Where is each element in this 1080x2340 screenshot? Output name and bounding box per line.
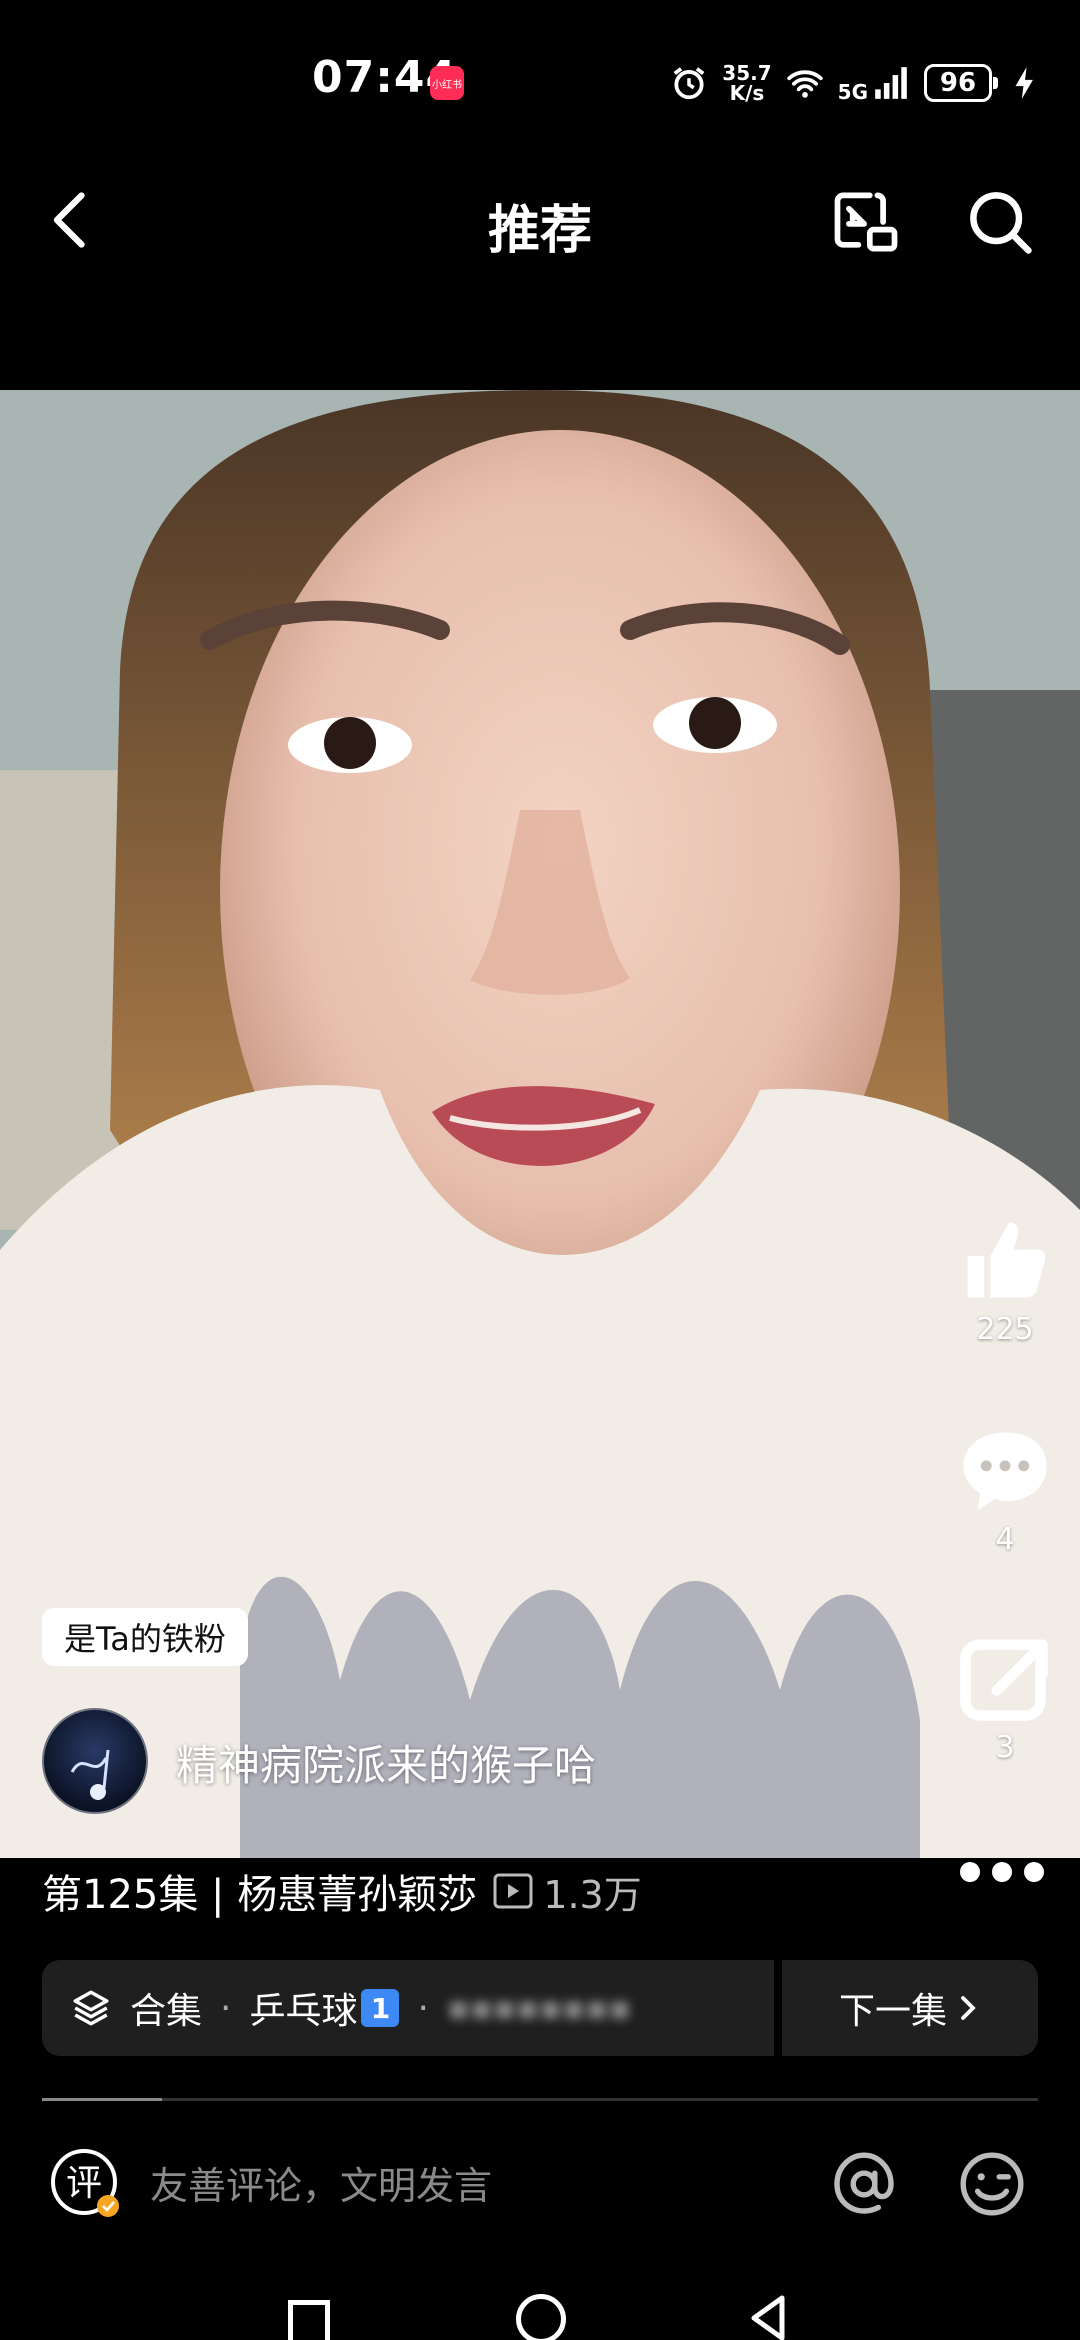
dot-icon xyxy=(1024,1862,1044,1882)
video-progress-bar[interactable] xyxy=(42,2098,1038,2101)
play-count-value: 1.3万 xyxy=(543,1872,642,1917)
wifi-icon xyxy=(786,70,823,98)
battery-indicator: 96 xyxy=(924,64,998,102)
mention-button[interactable] xyxy=(828,2148,900,2220)
comment-button[interactable]: 4 xyxy=(950,1420,1060,1557)
charging-icon xyxy=(1015,67,1033,99)
review-glyph: 评 xyxy=(66,2163,102,2204)
page-title: 推荐 xyxy=(487,201,592,261)
top-nav: 推荐 xyxy=(0,160,1080,280)
separator: · xyxy=(417,1987,429,2029)
author-name[interactable]: 精神病院派来的猴子哈 xyxy=(176,1732,596,1793)
share-button[interactable]: 3 xyxy=(950,1628,1060,1765)
collection-bar[interactable]: 合集 · 乒乓球 1 · ▪▪▪▪▪▪▪▪ xyxy=(42,1960,774,2056)
play-count-icon xyxy=(493,1873,533,1909)
status-bar: 07:44 小红书 35.7 K/s 5G 96 xyxy=(0,0,1080,160)
layers-icon xyxy=(73,1990,109,2026)
network-type: 5G xyxy=(837,80,868,104)
chevron-right-icon xyxy=(961,1996,976,2020)
play-count: 1.3万 xyxy=(493,1864,642,1919)
avatar-image xyxy=(70,1749,110,1800)
episode-info: 第125集 | 杨惠菁孙颖莎 1.3万 xyxy=(42,1862,642,1920)
alarm-icon xyxy=(673,67,705,100)
separator: · xyxy=(220,1987,232,2029)
like-button[interactable]: 225 xyxy=(950,1210,1060,1347)
collection-category: 乒乓球 xyxy=(249,1991,358,2032)
system-navigation xyxy=(0,2286,1080,2340)
home-button[interactable] xyxy=(516,2294,566,2340)
picture-in-picture-button[interactable] xyxy=(828,184,904,260)
comment-input[interactable] xyxy=(150,2158,770,2214)
recent-apps-button[interactable] xyxy=(288,2300,330,2340)
cellular-signal: 5G xyxy=(838,64,910,102)
collection-label: 合集 xyxy=(130,1991,203,2032)
system-back-button[interactable] xyxy=(744,2292,794,2340)
comment-bubble-icon xyxy=(963,1432,1047,1510)
next-episode-button[interactable]: 下一集 xyxy=(782,1960,1038,2056)
net-speed-value: 35.7 xyxy=(722,61,772,85)
signal-bars-icon xyxy=(875,67,907,99)
search-button[interactable] xyxy=(962,184,1038,260)
dot-icon xyxy=(960,1862,980,1882)
blurred-collection-name: ▪▪▪▪▪▪▪▪ xyxy=(446,1988,632,2028)
rank-badge: 1 xyxy=(361,1989,400,2027)
episode-title: 第125集 | 杨惠菁孙颖莎 xyxy=(42,1872,478,1918)
share-icon xyxy=(960,1639,1048,1721)
net-speed: 35.7 K/s xyxy=(722,63,771,103)
status-icons: 35.7 K/s 5G 96 xyxy=(670,58,1044,108)
more-options-button[interactable] xyxy=(952,1852,1052,1892)
like-count: 225 xyxy=(976,1312,1034,1347)
share-count: 3 xyxy=(995,1730,1015,1765)
author-avatar[interactable] xyxy=(42,1708,148,1814)
dot-icon xyxy=(992,1862,1012,1882)
review-icon[interactable]: 评 xyxy=(48,2146,124,2222)
emoji-button[interactable] xyxy=(956,2148,1028,2220)
notification-app-icon: 小红书 xyxy=(430,66,464,100)
thumbs-up-icon xyxy=(967,1222,1046,1298)
progress-fill xyxy=(42,2098,162,2101)
net-speed-unit: K/s xyxy=(729,81,765,105)
comment-count: 4 xyxy=(995,1522,1015,1557)
comment-bar: 评 xyxy=(0,2130,1080,2240)
fan-tag[interactable]: 是Ta的铁粉 xyxy=(42,1608,248,1666)
next-episode-label: 下一集 xyxy=(838,1991,947,2032)
